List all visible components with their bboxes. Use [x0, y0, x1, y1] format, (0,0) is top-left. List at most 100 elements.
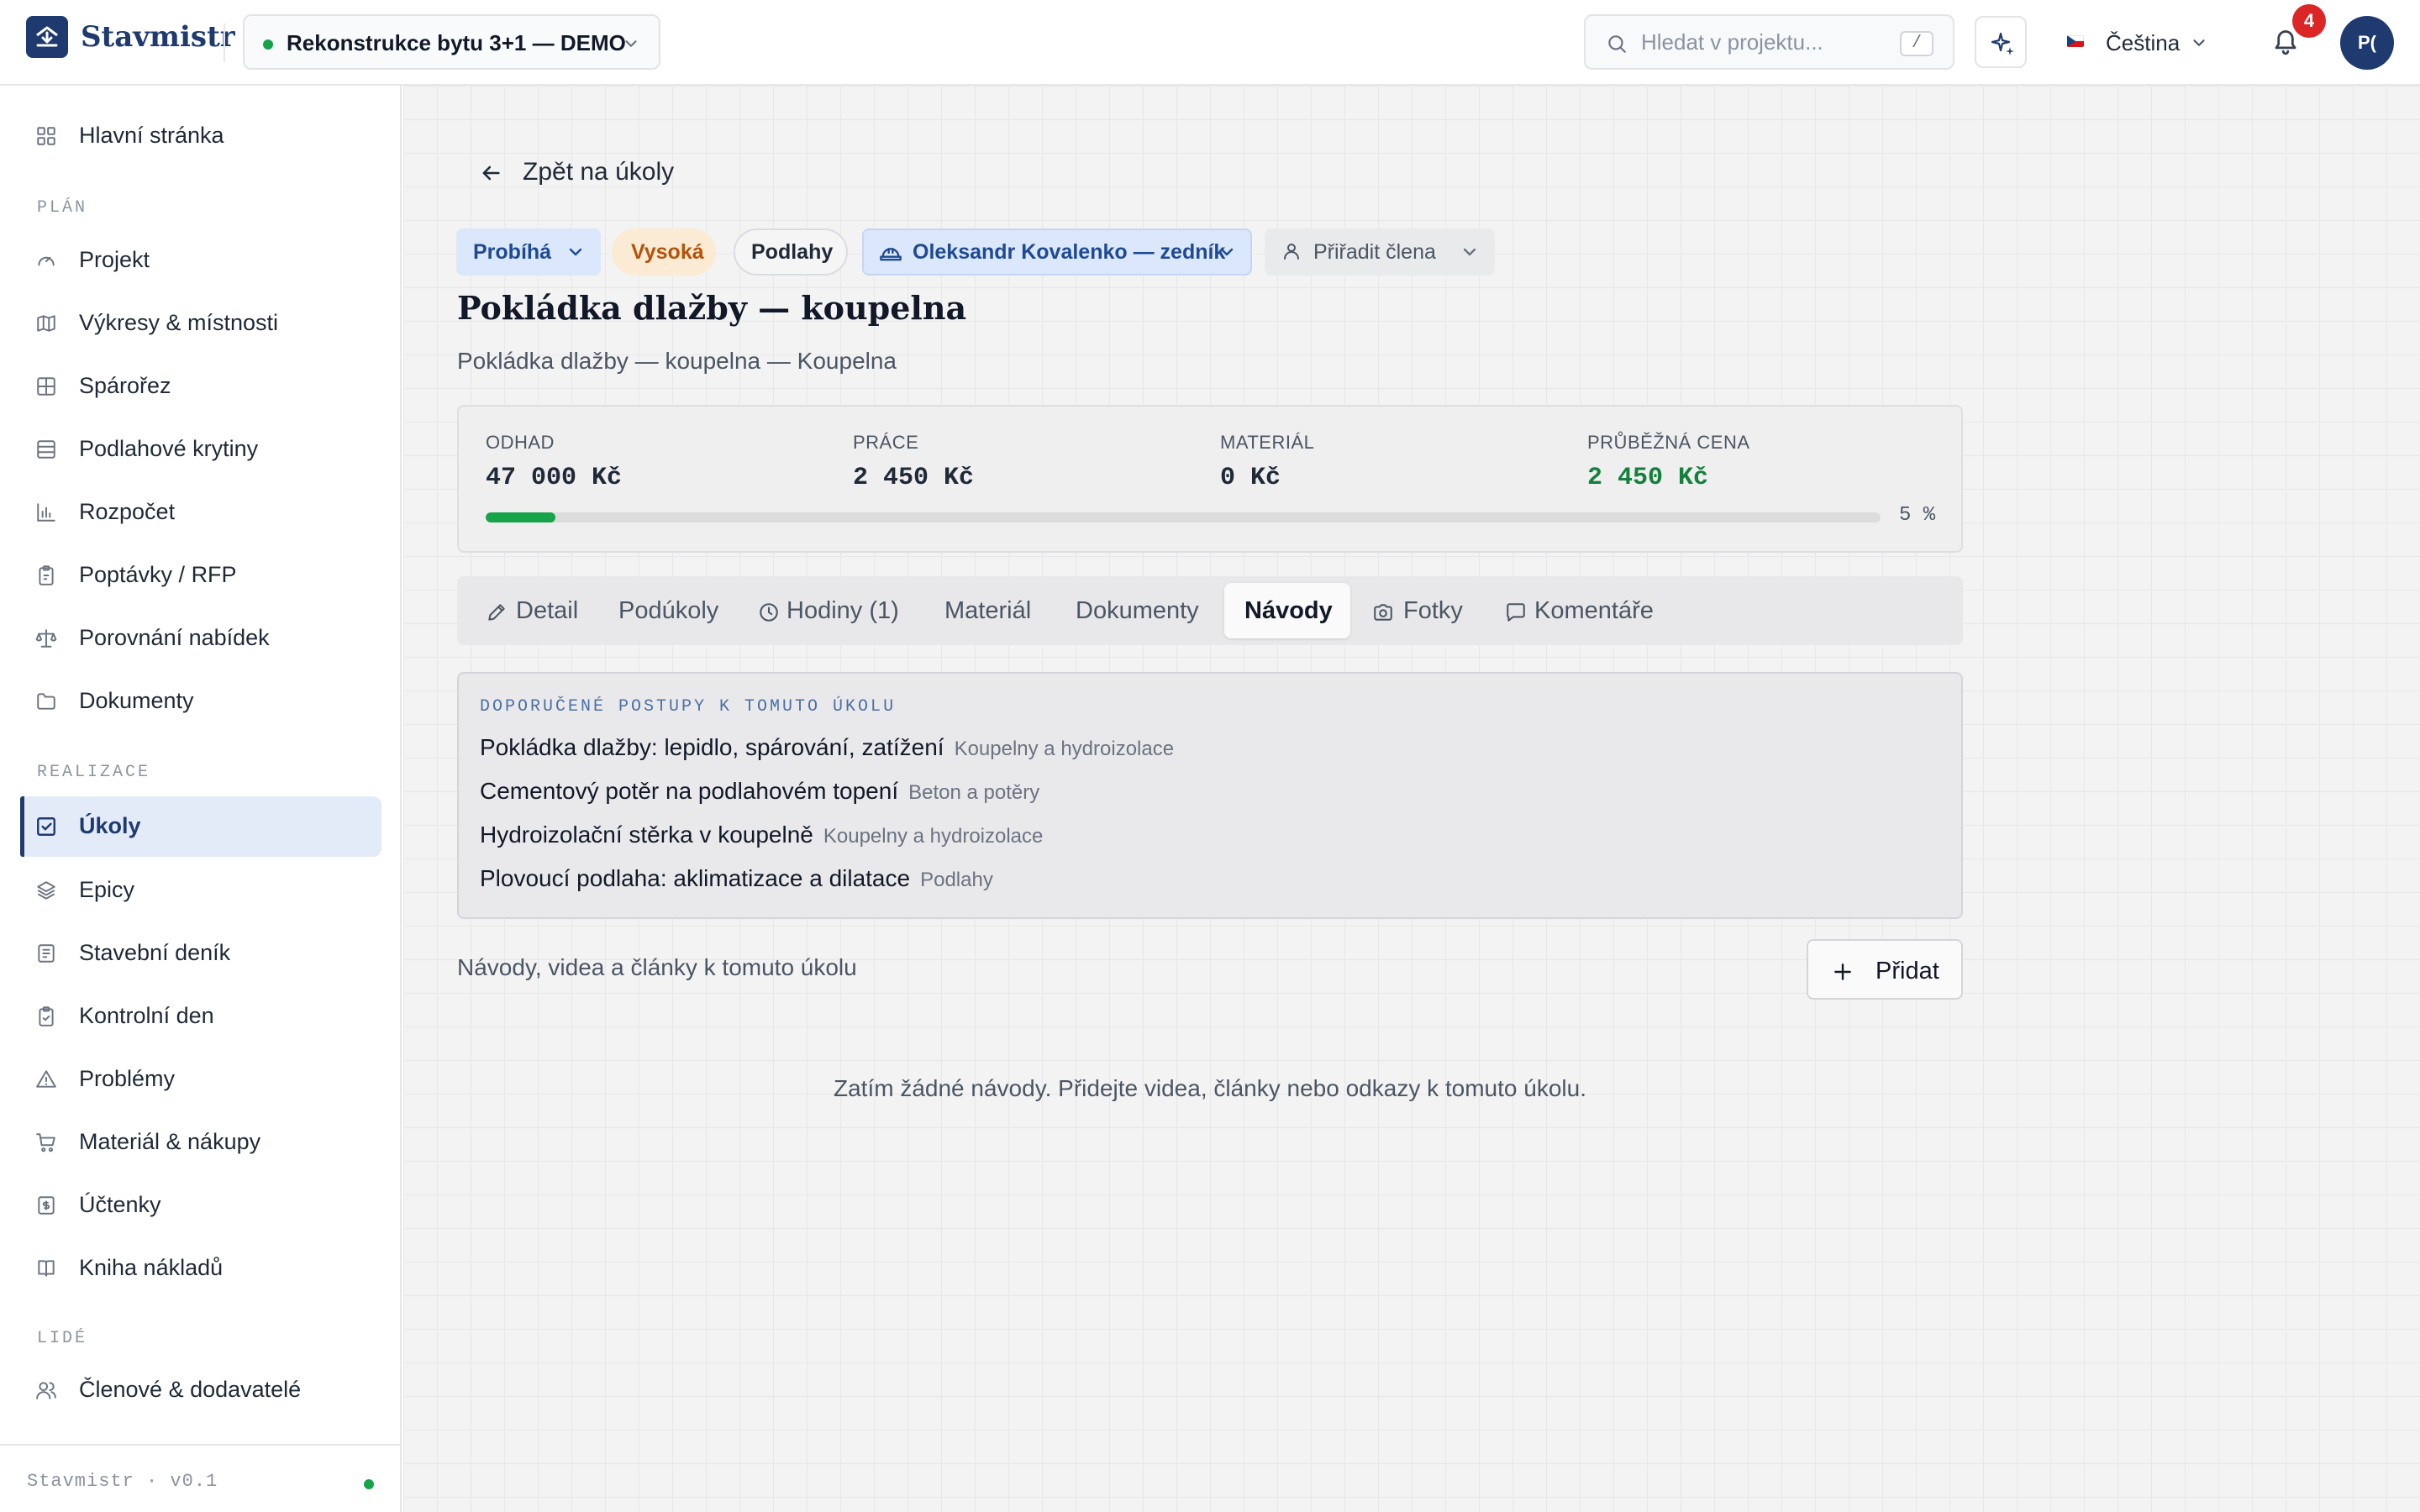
- sidebar-item-vykresy[interactable]: Výkresy & místnosti: [20, 293, 381, 354]
- top-bar: Stavmistr Rekonstrukce bytu 3+1 — DEMO /…: [0, 0, 2420, 86]
- cost-summary-card: ODHAD 47 000 Kč PRÁCE 2 450 Kč MATERIÁL …: [457, 405, 1963, 553]
- chevron-down-icon: [569, 248, 582, 256]
- search-input[interactable]: [1641, 26, 1885, 58]
- assignee-dropdown[interactable]: Oleksandr Kovalenko — zedník: [862, 228, 1252, 276]
- main-content: Zpět na úkoly Probíhá Vysoká Podlahy Ole…: [403, 86, 2420, 1512]
- tab-label: Podúkoly: [618, 597, 719, 624]
- search-box[interactable]: /: [1584, 14, 1954, 70]
- stack-icon: [37, 881, 55, 900]
- tab-dokumenty[interactable]: Dokumenty: [1059, 583, 1218, 638]
- back-to-tasks-link[interactable]: Zpět na úkoly: [479, 151, 748, 193]
- guide-item[interactable]: Cementový potěr na podlahovém topení Beto…: [480, 778, 1039, 805]
- language-selector[interactable]: Čeština: [2067, 24, 2210, 62]
- guides-heading: DOPORUČENÉ POSTUPY K TOMUTO ÚKOLU: [480, 697, 897, 717]
- status-dropdown[interactable]: Probíhá: [456, 228, 601, 276]
- progress-bar: [486, 512, 1881, 522]
- gauge-icon: [38, 256, 55, 266]
- sidebar-item-label: Členové & dodavatelé: [79, 1377, 302, 1402]
- user-icon: [1284, 244, 1299, 260]
- sidebar-item-porovnani[interactable]: Porovnání nabídek: [20, 608, 381, 669]
- chart-icon: [37, 503, 55, 522]
- tab-podukoly[interactable]: Podúkoly: [597, 583, 739, 638]
- tab-label: Fotky: [1403, 597, 1463, 624]
- ai-assistant-button[interactable]: [1975, 16, 2027, 68]
- sidebar-item-sparorez[interactable]: Spárořez: [20, 356, 381, 417]
- guide-item[interactable]: Pokládka dlažby: lepidlo, spárování, zat…: [480, 734, 1174, 761]
- hard-hat-icon: [880, 248, 902, 261]
- sidebar-item-kontrolni-den[interactable]: Kontrolní den: [20, 986, 381, 1047]
- sidebar-item-home[interactable]: Hlavní stránka: [20, 106, 381, 166]
- sidebar-item-label: Materiál & nákupy: [79, 1129, 261, 1154]
- sidebar-item-label: Výkresy & místnosti: [79, 310, 279, 335]
- tab-hodiny[interactable]: Hodiny (1): [744, 583, 923, 638]
- logo-icon[interactable]: [26, 16, 68, 58]
- checkbox-icon: [37, 817, 55, 836]
- guide-category: Podlahy: [920, 869, 993, 891]
- sidebar-item-projekt[interactable]: Projekt: [20, 230, 381, 291]
- sidebar-item-material[interactable]: Materiál & nákupy: [20, 1112, 381, 1173]
- stat-value: 47 000 Kč: [486, 464, 623, 492]
- plus-icon: [1834, 963, 1851, 980]
- sidebar-item-stavebni-denik[interactable]: Stavební deník: [20, 923, 381, 984]
- category-badge: Podlahy: [734, 228, 848, 276]
- sidebar-item-uctenky[interactable]: Účtenky: [20, 1175, 381, 1236]
- progress-fill: [486, 512, 555, 522]
- language-label: Čeština: [2106, 30, 2181, 55]
- tab-material[interactable]: Materiál: [928, 583, 1054, 638]
- sidebar-item-label: Epicy: [79, 877, 135, 902]
- stat-label: MATERIÁL: [1220, 432, 1315, 453]
- search-shortcut: /: [1900, 31, 1933, 56]
- page-title: Pokládka dlažby — koupelna: [457, 289, 967, 327]
- folder-icon: [37, 693, 55, 710]
- sidebar-footer: Stavmistr · v0.1: [0, 1444, 400, 1512]
- links-description: Návody, videa a články k tomuto úkolu: [457, 954, 857, 980]
- guide-title: Cementový potěr na podlahovém topení: [480, 778, 899, 804]
- avatar[interactable]: P(: [2340, 16, 2394, 70]
- table-icon: [37, 377, 55, 396]
- project-selector[interactable]: Rekonstrukce bytu 3+1 — DEMO: [243, 14, 660, 70]
- stat-material: MATERIÁL 0 Kč: [1220, 432, 1314, 492]
- tab-komentare[interactable]: Komentáře: [1487, 583, 1672, 638]
- sidebar-item-epicy[interactable]: Epicy: [20, 860, 381, 921]
- tab-detail[interactable]: Detail: [464, 583, 590, 638]
- chevron-down-icon: [2193, 39, 2205, 46]
- sidebar-item-label: Podlahové krytiny: [79, 436, 259, 461]
- sidebar-item-problemy[interactable]: Problémy: [20, 1049, 381, 1110]
- app-name[interactable]: Stavmistr: [81, 20, 235, 54]
- sidebar-item-dokumenty[interactable]: Dokumenty: [20, 671, 381, 732]
- czech-flag-icon: [2067, 35, 2084, 47]
- arrow-left-icon: [482, 165, 500, 181]
- guide-title: Hydroizolační stěrka v koupelně: [480, 822, 813, 848]
- tab-navody[interactable]: Návody: [1224, 583, 1350, 638]
- add-link-button[interactable]: Přidat: [1807, 939, 1963, 1000]
- sidebar-item-kniha-nakladu[interactable]: Kniha nákladů: [20, 1238, 381, 1299]
- sidebar-item-clenove[interactable]: Členové & dodavatelé: [20, 1360, 381, 1420]
- add-button-label: Přidat: [1876, 958, 1939, 984]
- sidebar-item-label: Problémy: [79, 1066, 176, 1091]
- sidebar-item-podlahove-krytiny[interactable]: Podlahové krytiny: [20, 419, 381, 480]
- assign-member-dropdown[interactable]: Přiřadit člena: [1265, 228, 1495, 276]
- sidebar-item-ukoly[interactable]: Úkoly: [20, 796, 381, 857]
- notification-badge[interactable]: 4: [2292, 4, 2326, 38]
- guide-item[interactable]: Hydroizolační stěrka v koupelně Koupelny …: [480, 822, 1043, 848]
- notebook-icon: [38, 944, 55, 963]
- guide-title: Pokládka dlažby: lepidlo, spárování, zat…: [480, 734, 944, 760]
- sidebar-item-label: Úkoly: [79, 813, 141, 838]
- clock-icon: [760, 603, 778, 622]
- guide-category: Koupelny a hydroizolace: [954, 738, 1175, 760]
- map-icon: [37, 315, 55, 332]
- sidebar-item-label: Porovnání nabídek: [79, 625, 270, 650]
- priority-label: Vysoká: [631, 240, 704, 264]
- guide-item[interactable]: Plovoucí podlaha: aklimatizace a dilatac…: [480, 865, 993, 892]
- tab-fotky[interactable]: Fotky: [1356, 583, 1482, 638]
- stat-estimate: ODHAD 47 000 Kč: [486, 432, 622, 492]
- sidebar-item-poptavky[interactable]: Poptávky / RFP: [20, 545, 381, 606]
- sidebar-item-label: Dokumenty: [79, 688, 194, 713]
- sidebar-item-label: Projekt: [79, 247, 150, 272]
- section-label-lide: LIDÉ: [37, 1329, 88, 1348]
- tab-label: Komentáře: [1534, 597, 1654, 624]
- book-icon: [38, 1260, 55, 1277]
- sidebar-item-rozpocet[interactable]: Rozpočet: [20, 482, 381, 543]
- connection-status-dot: [364, 1479, 374, 1489]
- sidebar-item-label: Účtenky: [79, 1192, 161, 1217]
